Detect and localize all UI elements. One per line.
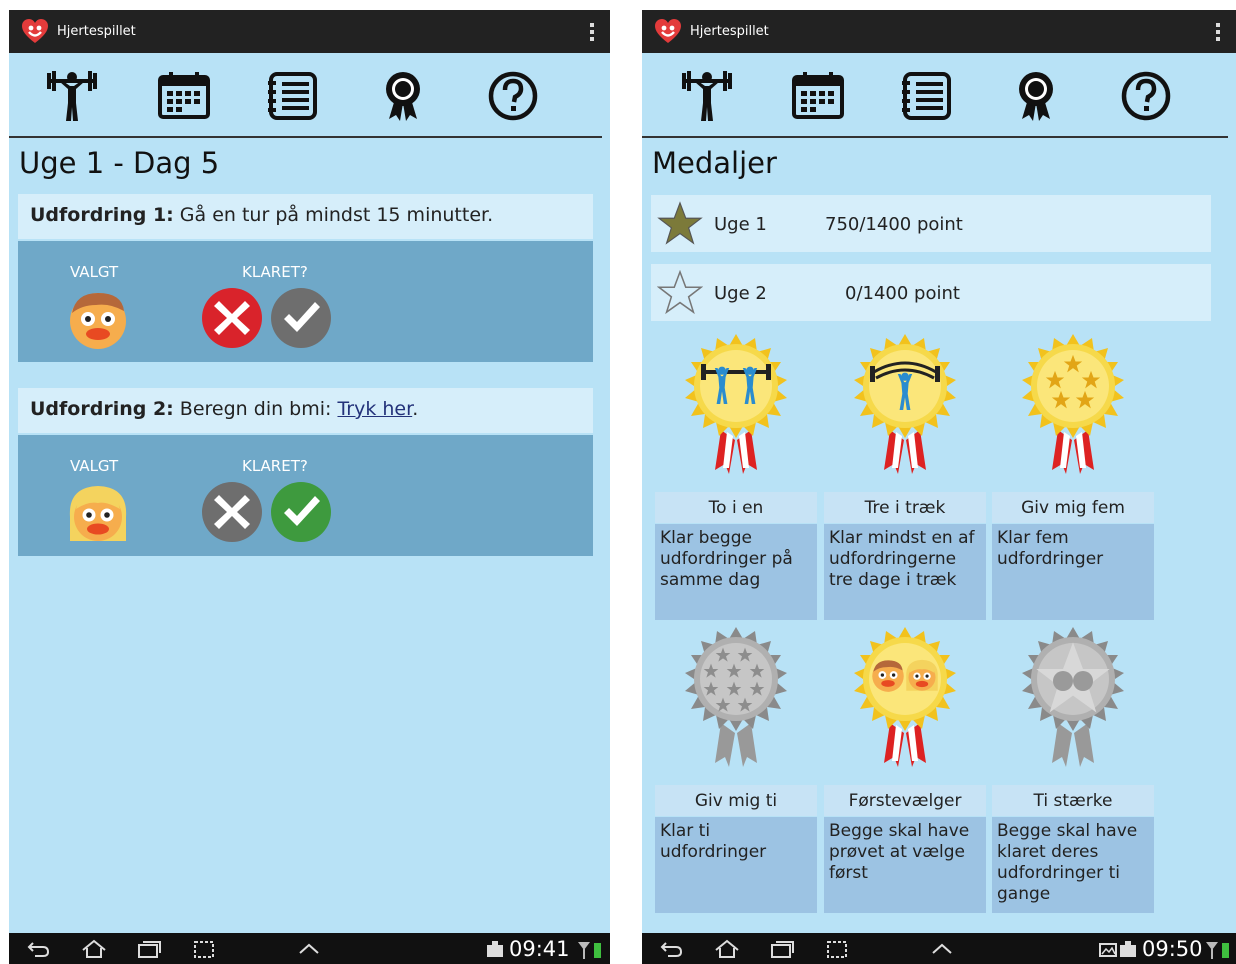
signal-battery-icon (1206, 942, 1229, 959)
medal-name: Tre i træk (824, 492, 986, 523)
medal-description: Begge skal have klaret deres udfordringe… (992, 817, 1154, 913)
girl-face-icon (66, 481, 130, 545)
tab-bar (642, 53, 1236, 137)
list-icon[interactable] (899, 69, 955, 123)
app-title: Hjertespillet (57, 24, 136, 39)
screenshot-icon[interactable] (825, 939, 849, 959)
not-completed-button[interactable] (201, 287, 263, 349)
bmi-link[interactable]: Tryk her (337, 398, 412, 420)
challenge-1-label: Udfordring 1: (30, 204, 174, 226)
faces-medal-icon (840, 625, 970, 775)
challenge-2-panel: VALGT KLARET? (18, 435, 593, 556)
lifter-medal-icon (840, 332, 970, 482)
divider (642, 136, 1228, 138)
not-completed-button[interactable] (201, 481, 263, 543)
calendar-icon[interactable] (156, 69, 212, 123)
ten-stars-medal-icon (671, 625, 801, 775)
star-filled-icon (657, 201, 703, 247)
challenge-1-panel: VALGT KLARET? (18, 241, 593, 362)
action-bar: Hjertespillet (642, 10, 1236, 53)
overflow-menu-icon[interactable] (590, 23, 594, 44)
week-label: Uge 1 (714, 214, 767, 235)
chosen-label: VALGT (70, 263, 119, 281)
completed-button[interactable] (270, 481, 332, 543)
help-icon[interactable] (1118, 69, 1174, 123)
page-title: Uge 1 - Dag 5 (19, 146, 220, 180)
challenge-1-header: Udfordring 1: Gå en tur på mindst 15 min… (18, 194, 593, 239)
tab-bar (9, 53, 610, 137)
medal-name: Ti stærke (992, 785, 1154, 816)
action-bar: Hjertespillet (9, 10, 610, 53)
app-title: Hjertespillet (690, 24, 769, 39)
system-nav-bar: 09:50 (642, 933, 1236, 964)
divider (9, 136, 602, 138)
clock: 09:41 (509, 937, 570, 961)
weightlifter-icon[interactable] (679, 69, 735, 123)
heart-logo-icon (654, 18, 682, 44)
home-icon[interactable] (714, 939, 740, 959)
challenge-2-text: Beregn din bmi: (173, 398, 338, 420)
screen-challenges: Hjertespillet Uge 1 - Dag 5 Udfordring 1… (9, 10, 610, 964)
challenge-2-header: Udfordring 2: Beregn din bmi: Tryk her. (18, 388, 593, 433)
week-points: 0/1400 point (845, 283, 960, 304)
back-icon[interactable] (27, 939, 51, 959)
list-icon[interactable] (265, 69, 321, 123)
heart-logo-icon (21, 18, 49, 44)
medal-name: Giv mig fem (992, 492, 1154, 523)
medal-name: Førstevælger (824, 785, 986, 816)
notification-icon (487, 941, 503, 957)
clock: 09:50 (1142, 937, 1203, 961)
challenge-2-suffix: . (412, 398, 419, 420)
medal-name: To i en (655, 492, 817, 523)
chosen-label: VALGT (70, 457, 119, 475)
medal-description: Klar fem udfordringer (992, 524, 1154, 620)
calendar-icon[interactable] (790, 69, 846, 123)
challenge-1-text: Gå en tur på mindst 15 minutter. (173, 204, 494, 226)
recent-apps-icon[interactable] (769, 939, 795, 959)
notification-icon (1120, 941, 1136, 957)
medal-icon[interactable] (1008, 69, 1064, 123)
overflow-menu-icon[interactable] (1216, 23, 1220, 44)
completed-label: KLARET? (242, 457, 308, 475)
week-label: Uge 2 (714, 283, 767, 304)
medal-description: Klar begge udfordringer på samme dag (655, 524, 817, 620)
chevron-up-icon[interactable] (297, 939, 321, 959)
week-points: 750/1400 point (825, 214, 963, 235)
screen-medals: Hjertespillet Medaljer Uge 1 750/1400 po… (642, 10, 1236, 964)
medal-description: Klar ti udfordringer (655, 817, 817, 913)
week-row: Uge 1 750/1400 point (651, 195, 1211, 252)
faces-star-medal-icon (1008, 625, 1138, 775)
page-title: Medaljer (652, 146, 777, 180)
home-icon[interactable] (81, 939, 107, 959)
challenge-2-label: Udfordring 2: (30, 398, 174, 420)
signal-battery-icon (578, 942, 601, 959)
recent-apps-icon[interactable] (136, 939, 162, 959)
screenshot-icon[interactable] (192, 939, 216, 959)
medal-description: Begge skal have prøvet at vælge først (824, 817, 986, 913)
week-row: Uge 2 0/1400 point (651, 264, 1211, 321)
two-lifters-medal-icon (671, 332, 801, 482)
weightlifter-icon[interactable] (44, 69, 100, 123)
completed-button[interactable] (270, 287, 332, 349)
chevron-up-icon[interactable] (930, 939, 954, 959)
system-nav-bar: 09:41 (9, 933, 610, 964)
gallery-icon (1099, 943, 1117, 957)
completed-label: KLARET? (242, 263, 308, 281)
five-stars-medal-icon (1008, 332, 1138, 482)
boy-face-icon (66, 287, 130, 351)
medal-name: Giv mig ti (655, 785, 817, 816)
medal-icon[interactable] (375, 69, 431, 123)
back-icon[interactable] (660, 939, 684, 959)
help-icon[interactable] (485, 69, 541, 123)
star-outline-icon (657, 270, 703, 316)
medal-description: Klar mindst en af udfordringerne tre dag… (824, 524, 986, 620)
